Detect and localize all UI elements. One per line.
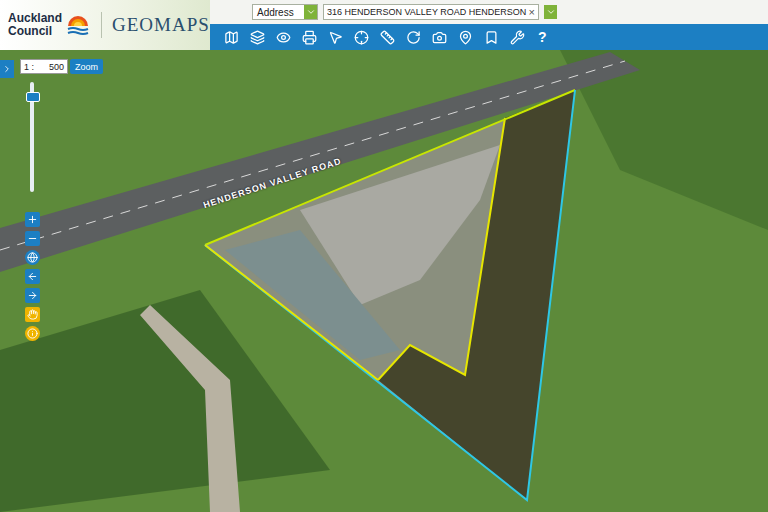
zoom-in-button[interactable] [25, 212, 40, 227]
search-row: Address 316 HENDERSON VALLEY ROAD HENDERS… [210, 0, 768, 24]
info-icon [27, 328, 38, 339]
header: AucklandCouncil GEOMAPS Address 316 HENDERS… [0, 0, 768, 50]
full-extent-button[interactable] [25, 250, 40, 265]
hand-icon [27, 309, 38, 320]
arrow-left-icon [27, 271, 38, 282]
search-dropdown-icon[interactable] [544, 5, 557, 19]
geomaps-page: AucklandCouncil GEOMAPS Address 316 HENDERS… [0, 0, 768, 512]
council-logo[interactable]: AucklandCouncil [8, 12, 102, 38]
map-controls [23, 82, 41, 341]
council-logo-icon [65, 12, 91, 38]
minus-icon [27, 233, 38, 244]
zoom-slider-knob[interactable] [26, 92, 40, 102]
next-extent-button[interactable] [25, 288, 40, 303]
map-view[interactable]: HENDERSON VALLEY ROAD1 :500Zoom [0, 50, 768, 512]
zoom-out-button[interactable] [25, 231, 40, 246]
info-button[interactable] [25, 326, 40, 341]
expand-icon[interactable] [2, 64, 12, 74]
help-button[interactable]: ? [536, 29, 547, 45]
arrow-right-icon [27, 290, 38, 301]
zoom-slider[interactable] [30, 82, 34, 192]
print-icon[interactable] [302, 30, 317, 45]
view-icon[interactable] [276, 30, 291, 45]
pan-button[interactable] [25, 307, 40, 322]
plus-icon [27, 214, 38, 225]
select-icon[interactable] [328, 30, 343, 45]
logo-panel: AucklandCouncil GEOMAPS [0, 0, 210, 50]
search-field[interactable]: 316 HENDERSON VALLEY ROAD HENDERSON VALL… [323, 4, 539, 20]
search-query: 316 HENDERSON VALLEY ROAD HENDERSON VALL… [327, 7, 527, 17]
camera-icon[interactable] [432, 30, 447, 45]
previous-extent-button[interactable] [25, 269, 40, 284]
bookmark-icon[interactable] [484, 30, 499, 45]
globe-icon [27, 252, 38, 263]
council-name: AucklandCouncil [8, 12, 62, 37]
scale-control: 1 :500Zoom [20, 59, 103, 74]
zoom-button[interactable]: Zoom [70, 59, 103, 74]
aerial-map-icon [0, 50, 768, 512]
scale-input[interactable]: 1 :500 [20, 59, 68, 74]
pin-icon[interactable] [458, 30, 473, 45]
tools-icon[interactable] [510, 30, 525, 45]
locate-icon[interactable] [354, 30, 369, 45]
search-type-select[interactable]: Address [252, 4, 318, 20]
measure-icon[interactable] [380, 30, 395, 45]
basemap-icon[interactable] [224, 30, 239, 45]
side-panel-toggle[interactable] [0, 60, 14, 78]
app-title: GEOMAPS [112, 14, 210, 36]
dropdown-icon[interactable] [304, 5, 317, 19]
header-right: Address 316 HENDERSON VALLEY ROAD HENDERS… [210, 0, 768, 50]
toolbar: ? [210, 24, 768, 50]
refresh-icon[interactable] [406, 30, 421, 45]
clear-button[interactable]: × [527, 6, 535, 18]
layers-icon[interactable] [250, 30, 265, 45]
